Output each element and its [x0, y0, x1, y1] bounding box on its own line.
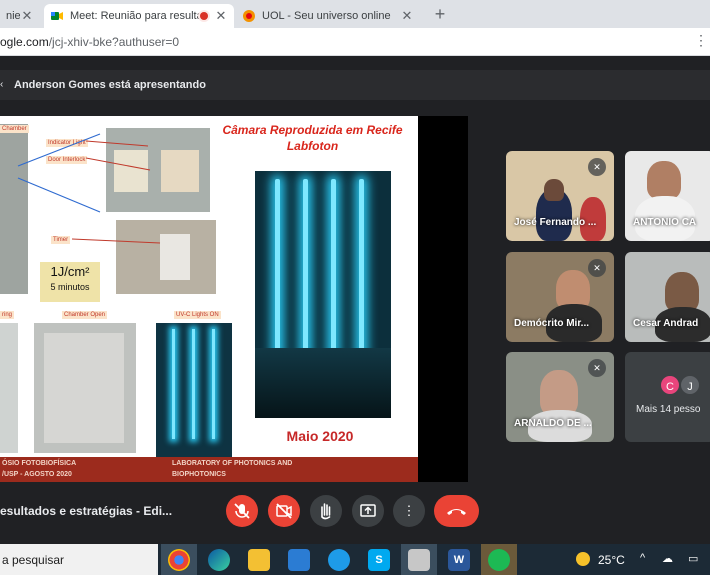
present-screen-icon: [360, 504, 376, 517]
edge-icon[interactable]: [208, 549, 230, 571]
recife-chamber-photo: [255, 171, 391, 418]
meet-logo-icon: [51, 12, 63, 20]
slide-date: Maio 2020: [286, 428, 354, 444]
raise-hand-button[interactable]: [310, 495, 342, 527]
shared-screen: Chamber Indicator Light Door Interlock T…: [0, 116, 468, 482]
taskbar-search[interactable]: a pesquisar: [0, 544, 158, 575]
url-text[interactable]: ogle.com/jcj-xhiv-bke?authuser=0: [0, 35, 179, 49]
tab-meet[interactable]: Meet: Reunião para resultad ✕: [44, 4, 234, 28]
avatar: C: [659, 374, 681, 396]
store-icon[interactable]: [288, 549, 310, 571]
hand-icon: [321, 503, 331, 520]
present-now-button[interactable]: [352, 495, 384, 527]
uvc-label: UV-C Lights ON: [174, 311, 221, 319]
meeting-title: esultados e estratégias - Edi...: [0, 504, 173, 518]
more-vert-icon: ⋮: [402, 503, 416, 518]
footer-left-2: /USP - AGOSTO 2020: [2, 471, 72, 478]
spotify-icon[interactable]: [488, 549, 510, 571]
footer-right-2: BIOPHOTONICS: [172, 471, 226, 478]
tab-previous[interactable]: nie ✕: [0, 4, 40, 28]
presenter-bar: ‹ Anderson Gomes está apresentando: [0, 70, 710, 100]
slide-title: Câmara Reproduzida em Recife Labfoton: [222, 123, 403, 153]
new-tab-button[interactable]: +: [430, 4, 450, 24]
participant-name: José Fernando ...: [514, 217, 597, 228]
participant-tile[interactable]: ✕ ARNALDO DE ...: [506, 352, 614, 442]
tab-close-icon[interactable]: ✕: [214, 8, 228, 24]
tab-uol[interactable]: UOL - Seu universo online ✕: [236, 4, 420, 28]
mic-off-icon: ✕: [588, 359, 606, 377]
more-participants-label: Mais 14 pesso: [636, 404, 701, 415]
recording-icon: [200, 12, 208, 20]
participant-tile[interactable]: ✕ Demócrito Mir...: [506, 252, 614, 342]
participant-name: ARNALDO DE ...: [514, 418, 592, 429]
browser-tab-bar: nie ✕ Meet: Reunião para resultad ✕ UOL …: [0, 0, 710, 28]
skype-icon[interactable]: S: [368, 549, 390, 571]
mic-off-icon: [234, 503, 250, 519]
windows-taskbar: a pesquisar S W 25°C ^ ☁ ▭: [0, 544, 710, 575]
participant-name: Cesar Andrad: [633, 318, 699, 329]
url-host: ogle.com: [0, 35, 49, 49]
meeting-controls: esultados e estratégias - Edi... ⋮: [0, 492, 710, 532]
chevron-left-icon[interactable]: ‹: [0, 79, 3, 90]
tab-title: nie: [6, 10, 20, 22]
chevron-up-icon[interactable]: ^: [640, 552, 645, 564]
presentation-slide: Chamber Indicator Light Door Interlock T…: [0, 116, 418, 482]
paint-icon[interactable]: [408, 549, 430, 571]
url-path: /jcj-xhiv-bke?authuser=0: [48, 35, 180, 49]
tab-close-icon[interactable]: ✕: [400, 8, 414, 24]
photo-chamber-open: [34, 323, 136, 453]
mic-off-button[interactable]: [226, 495, 258, 527]
participant-tile[interactable]: ✕ José Fernando ...: [506, 151, 614, 241]
address-bar[interactable]: ogle.com/jcj-xhiv-bke?authuser=0 ⋮: [0, 28, 710, 56]
mic-off-icon: ✕: [588, 158, 606, 176]
mic-off-icon: ✕: [588, 259, 606, 277]
word-icon[interactable]: W: [448, 549, 470, 571]
hang-up-icon: [447, 509, 466, 515]
chrome-icon[interactable]: [168, 549, 190, 571]
network-icon[interactable]: ▭: [688, 552, 698, 565]
weather-sun-icon: [576, 552, 590, 566]
camera-off-icon: [276, 503, 292, 519]
more-options-button[interactable]: ⋮: [393, 495, 425, 527]
file-explorer-icon[interactable]: [248, 549, 270, 571]
tab-title: UOL - Seu universo online: [262, 10, 391, 22]
open-label: Chamber Open: [62, 311, 108, 319]
participant-name: ANTONIO CA: [633, 217, 697, 228]
slide-footer: ÓSIO FOTOBIOFÍSICA /USP - AGOSTO 2020 LA…: [0, 457, 418, 482]
avatar: J: [679, 374, 701, 396]
photo-uvc: [156, 323, 232, 459]
browser-menu-icon[interactable]: ⋮: [694, 32, 708, 49]
more-participants-tile[interactable]: C J Mais 14 pesso: [625, 352, 710, 442]
footer-left-1: ÓSIO FOTOBIOFÍSICA: [2, 460, 77, 467]
safari-icon[interactable]: [328, 549, 350, 571]
footer-right-1: LABORATORY OF PHOTONICS AND: [172, 460, 293, 467]
uol-logo-icon: [243, 10, 255, 22]
participant-tile[interactable]: ANTONIO CA: [625, 151, 710, 241]
screen-root: nie ✕ Meet: Reunião para resultad ✕ UOL …: [0, 0, 710, 575]
leave-call-button[interactable]: [434, 495, 479, 527]
participant-name: Demócrito Mir...: [514, 318, 590, 329]
presenter-text: Anderson Gomes está apresentando: [14, 79, 206, 91]
temperature: 25°C: [598, 553, 625, 567]
photo-ring: [0, 323, 18, 453]
meet-window: ‹ Anderson Gomes está apresentando Chamb…: [0, 56, 710, 544]
ring-label: ring: [0, 311, 15, 319]
tab-close-icon[interactable]: ✕: [20, 8, 34, 24]
onedrive-icon[interactable]: ☁: [662, 552, 673, 565]
participant-tile[interactable]: Cesar Andrad: [625, 252, 710, 342]
tab-title: Meet: Reunião para resultad: [70, 10, 200, 22]
camera-off-button[interactable]: [268, 495, 300, 527]
search-placeholder: a pesquisar: [2, 553, 65, 567]
